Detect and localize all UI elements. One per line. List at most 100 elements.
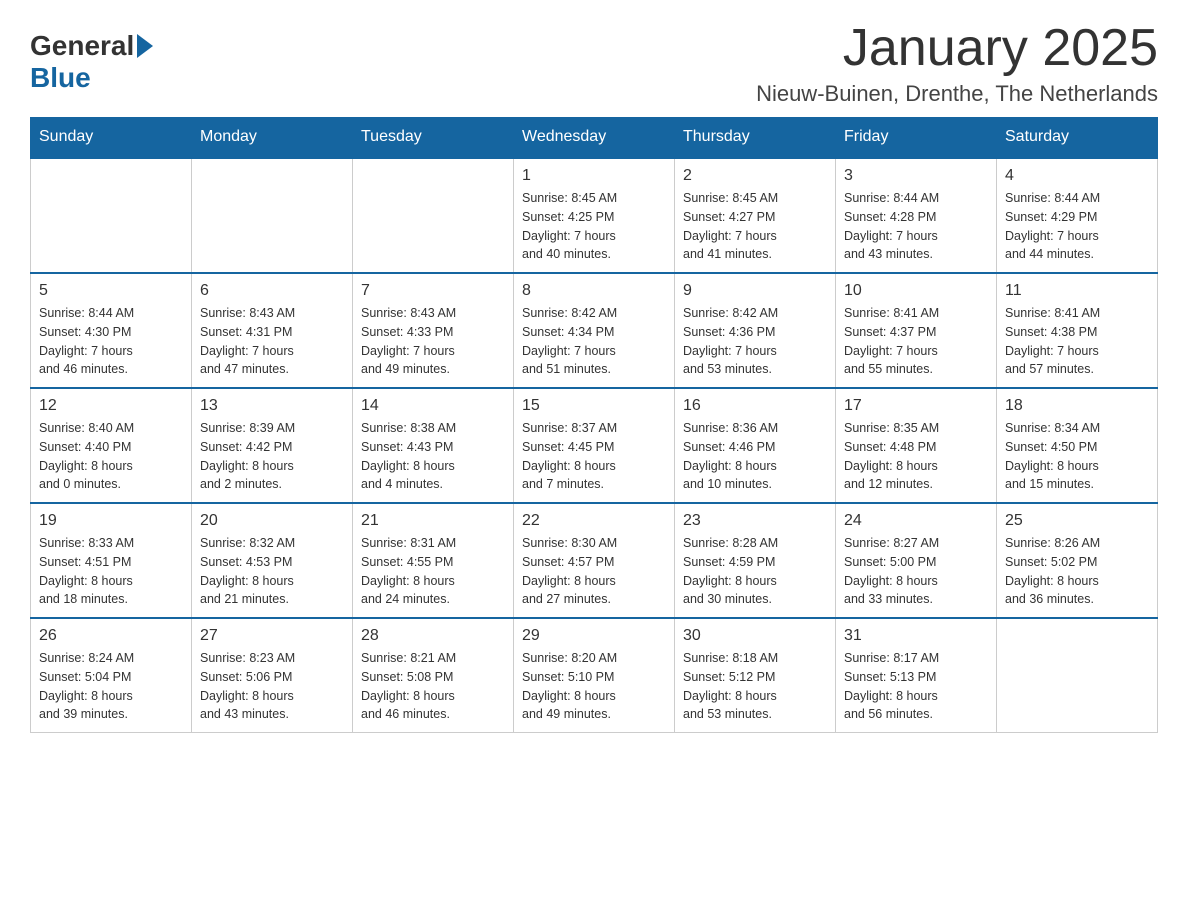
calendar-cell: 16 Sunrise: 8:36 AM Sunset: 4:46 PM Dayli… xyxy=(675,388,836,503)
day-info: Sunrise: 8:38 AM Sunset: 4:43 PM Dayligh… xyxy=(361,419,505,494)
day-number: 21 xyxy=(361,512,505,530)
column-header-monday: Monday xyxy=(192,118,353,158)
calendar-cell: 9Sunrise: 8:42 AM Sunset: 4:36 PM Daylig… xyxy=(675,273,836,388)
day-number: 16 xyxy=(683,397,827,415)
calendar-cell: 11 Sunrise: 8:41 AM Sunset: 4:38 PM Dayli… xyxy=(997,273,1158,388)
day-info: Sunrise: 8:41 AM Sunset: 4:38 PM Dayligh… xyxy=(1005,304,1149,379)
calendar-cell xyxy=(997,618,1158,733)
day-info: Sunrise: 8:41 AM Sunset: 4:37 PM Dayligh… xyxy=(844,304,988,379)
day-info: Sunrise: 8:44 AM Sunset: 4:29 PM Dayligh… xyxy=(1005,189,1149,264)
day-number: 17 xyxy=(844,397,988,415)
day-number: 6 xyxy=(200,282,344,300)
day-info: Sunrise: 8:24 AM Sunset: 5:04 PM Dayligh… xyxy=(39,649,183,724)
day-number: 1 xyxy=(522,167,666,185)
calendar-cell: 3Sunrise: 8:44 AM Sunset: 4:28 PM Daylig… xyxy=(836,158,997,274)
logo: General Blue xyxy=(30,30,153,94)
day-info: Sunrise: 8:37 AM Sunset: 4:45 PM Dayligh… xyxy=(522,419,666,494)
day-number: 7 xyxy=(361,282,505,300)
day-info: Sunrise: 8:32 AM Sunset: 4:53 PM Dayligh… xyxy=(200,534,344,609)
calendar-cell: 2 Sunrise: 8:45 AM Sunset: 4:27 PM Daylig… xyxy=(675,158,836,274)
day-number: 18 xyxy=(1005,397,1149,415)
day-number: 12 xyxy=(39,397,183,415)
column-header-wednesday: Wednesday xyxy=(514,118,675,158)
day-info: Sunrise: 8:45 AM Sunset: 4:27 PM Dayligh… xyxy=(683,189,827,264)
day-info: Sunrise: 8:31 AM Sunset: 4:55 PM Dayligh… xyxy=(361,534,505,609)
day-number: 22 xyxy=(522,512,666,530)
day-info: Sunrise: 8:44 AM Sunset: 4:30 PM Dayligh… xyxy=(39,304,183,379)
month-year-title: January 2025 xyxy=(756,20,1158,77)
day-info: Sunrise: 8:26 AM Sunset: 5:02 PM Dayligh… xyxy=(1005,534,1149,609)
calendar-cell: 29 Sunrise: 8:20 AM Sunset: 5:10 PM Dayli… xyxy=(514,618,675,733)
calendar-cell: 18 Sunrise: 8:34 AM Sunset: 4:50 PM Dayli… xyxy=(997,388,1158,503)
calendar-cell: 5 Sunrise: 8:44 AM Sunset: 4:30 PM Daylig… xyxy=(31,273,192,388)
calendar-cell: 12 Sunrise: 8:40 AM Sunset: 4:40 PM Dayli… xyxy=(31,388,192,503)
day-info: Sunrise: 8:42 AM Sunset: 4:34 PM Dayligh… xyxy=(522,304,666,379)
day-number: 24 xyxy=(844,512,988,530)
day-number: 11 xyxy=(1005,282,1149,300)
calendar-cell: 24 Sunrise: 8:27 AM Sunset: 5:00 PM Dayli… xyxy=(836,503,997,618)
calendar-cell: 17Sunrise: 8:35 AM Sunset: 4:48 PM Dayli… xyxy=(836,388,997,503)
day-number: 4 xyxy=(1005,167,1149,185)
calendar-cell: 4 Sunrise: 8:44 AM Sunset: 4:29 PM Daylig… xyxy=(997,158,1158,274)
column-header-tuesday: Tuesday xyxy=(353,118,514,158)
calendar-cell: 15 Sunrise: 8:37 AM Sunset: 4:45 PM Dayli… xyxy=(514,388,675,503)
logo-arrow-icon xyxy=(137,34,153,58)
calendar-cell: 22Sunrise: 8:30 AM Sunset: 4:57 PM Dayli… xyxy=(514,503,675,618)
calendar-cell: 14 Sunrise: 8:38 AM Sunset: 4:43 PM Dayli… xyxy=(353,388,514,503)
day-info: Sunrise: 8:28 AM Sunset: 4:59 PM Dayligh… xyxy=(683,534,827,609)
day-number: 8 xyxy=(522,282,666,300)
day-number: 13 xyxy=(200,397,344,415)
day-number: 27 xyxy=(200,627,344,645)
day-info: Sunrise: 8:43 AM Sunset: 4:31 PM Dayligh… xyxy=(200,304,344,379)
day-info: Sunrise: 8:45 AM Sunset: 4:25 PM Dayligh… xyxy=(522,189,666,264)
day-number: 30 xyxy=(683,627,827,645)
day-info: Sunrise: 8:34 AM Sunset: 4:50 PM Dayligh… xyxy=(1005,419,1149,494)
day-number: 31 xyxy=(844,627,988,645)
calendar-cell: 30 Sunrise: 8:18 AM Sunset: 5:12 PM Dayli… xyxy=(675,618,836,733)
day-number: 9 xyxy=(683,282,827,300)
day-number: 23 xyxy=(683,512,827,530)
calendar-cell: 6 Sunrise: 8:43 AM Sunset: 4:31 PM Daylig… xyxy=(192,273,353,388)
calendar-cell xyxy=(353,158,514,274)
day-info: Sunrise: 8:23 AM Sunset: 5:06 PM Dayligh… xyxy=(200,649,344,724)
day-number: 2 xyxy=(683,167,827,185)
day-info: Sunrise: 8:40 AM Sunset: 4:40 PM Dayligh… xyxy=(39,419,183,494)
calendar-week-row: 19Sunrise: 8:33 AM Sunset: 4:51 PM Dayli… xyxy=(31,503,1158,618)
calendar-cell: 19Sunrise: 8:33 AM Sunset: 4:51 PM Dayli… xyxy=(31,503,192,618)
calendar-cell: 1 Sunrise: 8:45 AM Sunset: 4:25 PM Daylig… xyxy=(514,158,675,274)
calendar-cell: 21 Sunrise: 8:31 AM Sunset: 4:55 PM Dayli… xyxy=(353,503,514,618)
day-number: 15 xyxy=(522,397,666,415)
column-header-saturday: Saturday xyxy=(997,118,1158,158)
calendar-cell xyxy=(192,158,353,274)
calendar-cell xyxy=(31,158,192,274)
day-number: 10 xyxy=(844,282,988,300)
calendar-header-row: SundayMondayTuesdayWednesdayThursdayFrid… xyxy=(31,118,1158,158)
day-number: 28 xyxy=(361,627,505,645)
day-info: Sunrise: 8:36 AM Sunset: 4:46 PM Dayligh… xyxy=(683,419,827,494)
day-info: Sunrise: 8:43 AM Sunset: 4:33 PM Dayligh… xyxy=(361,304,505,379)
calendar-cell: 8 Sunrise: 8:42 AM Sunset: 4:34 PM Daylig… xyxy=(514,273,675,388)
day-number: 29 xyxy=(522,627,666,645)
calendar-cell: 25Sunrise: 8:26 AM Sunset: 5:02 PM Dayli… xyxy=(997,503,1158,618)
day-number: 26 xyxy=(39,627,183,645)
calendar-cell: 7 Sunrise: 8:43 AM Sunset: 4:33 PM Daylig… xyxy=(353,273,514,388)
day-number: 14 xyxy=(361,397,505,415)
calendar-week-row: 26 Sunrise: 8:24 AM Sunset: 5:04 PM Dayli… xyxy=(31,618,1158,733)
day-info: Sunrise: 8:27 AM Sunset: 5:00 PM Dayligh… xyxy=(844,534,988,609)
day-info: Sunrise: 8:20 AM Sunset: 5:10 PM Dayligh… xyxy=(522,649,666,724)
day-number: 19 xyxy=(39,512,183,530)
title-section: January 2025 Nieuw-Buinen, Drenthe, The … xyxy=(756,20,1158,107)
page-header: General Blue January 2025 Nieuw-Buinen, … xyxy=(30,20,1158,107)
day-number: 3 xyxy=(844,167,988,185)
day-info: Sunrise: 8:18 AM Sunset: 5:12 PM Dayligh… xyxy=(683,649,827,724)
calendar-table: SundayMondayTuesdayWednesdayThursdayFrid… xyxy=(30,117,1158,733)
calendar-week-row: 12 Sunrise: 8:40 AM Sunset: 4:40 PM Dayli… xyxy=(31,388,1158,503)
day-info: Sunrise: 8:21 AM Sunset: 5:08 PM Dayligh… xyxy=(361,649,505,724)
calendar-cell: 13Sunrise: 8:39 AM Sunset: 4:42 PM Dayli… xyxy=(192,388,353,503)
logo-blue-text: Blue xyxy=(30,62,91,94)
calendar-cell: 27 Sunrise: 8:23 AM Sunset: 5:06 PM Dayli… xyxy=(192,618,353,733)
calendar-cell: 10 Sunrise: 8:41 AM Sunset: 4:37 PM Dayli… xyxy=(836,273,997,388)
calendar-week-row: 1 Sunrise: 8:45 AM Sunset: 4:25 PM Daylig… xyxy=(31,158,1158,274)
calendar-cell: 31Sunrise: 8:17 AM Sunset: 5:13 PM Dayli… xyxy=(836,618,997,733)
day-number: 5 xyxy=(39,282,183,300)
